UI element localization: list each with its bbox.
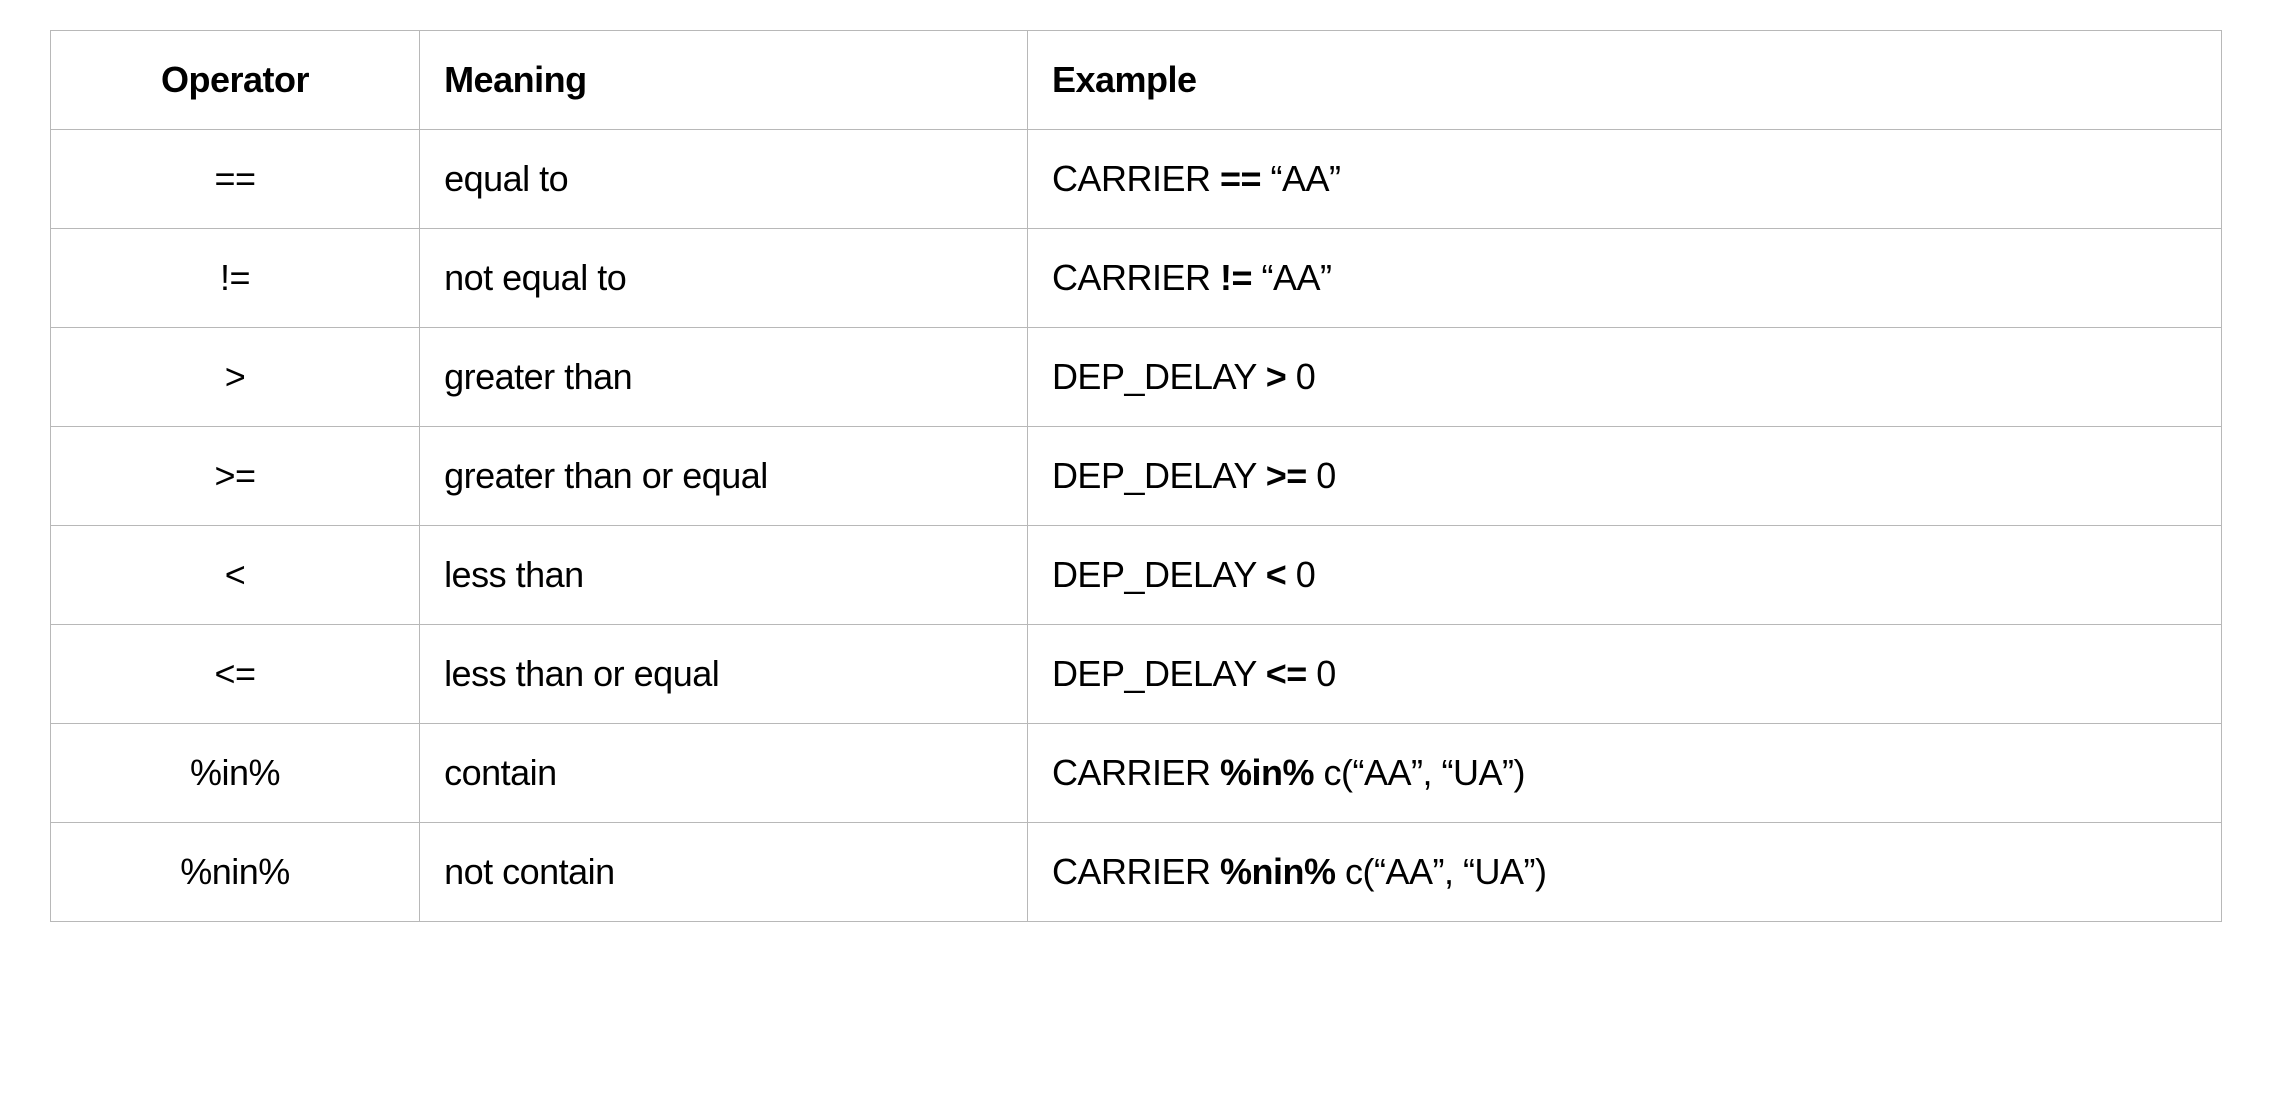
example-after: 0: [1286, 356, 1315, 397]
example-operator: %in%: [1220, 752, 1314, 793]
example-operator: ==: [1220, 158, 1261, 199]
cell-example: DEP_DELAY <= 0: [1027, 625, 2221, 724]
example-after: 0: [1286, 554, 1315, 595]
example-before: CARRIER: [1052, 851, 1220, 892]
table-row: == equal to CARRIER == “AA”: [51, 130, 2222, 229]
cell-example: DEP_DELAY < 0: [1027, 526, 2221, 625]
example-operator: >=: [1266, 455, 1307, 496]
cell-operator: <: [51, 526, 420, 625]
cell-meaning: not contain: [420, 823, 1028, 922]
table-header-row: Operator Meaning Example: [51, 31, 2222, 130]
example-before: DEP_DELAY: [1052, 356, 1266, 397]
cell-example: DEP_DELAY > 0: [1027, 328, 2221, 427]
example-after: c(“AA”, “UA”): [1335, 851, 1546, 892]
table-row: != not equal to CARRIER != “AA”: [51, 229, 2222, 328]
cell-meaning: greater than or equal: [420, 427, 1028, 526]
cell-meaning: less than: [420, 526, 1028, 625]
cell-example: CARRIER %nin% c(“AA”, “UA”): [1027, 823, 2221, 922]
example-operator: %nin%: [1220, 851, 1336, 892]
example-before: CARRIER: [1052, 752, 1220, 793]
cell-operator: ==: [51, 130, 420, 229]
example-operator: <: [1266, 554, 1287, 595]
cell-operator: %nin%: [51, 823, 420, 922]
example-operator: <=: [1266, 653, 1307, 694]
table-body: == equal to CARRIER == “AA” != not equal…: [51, 130, 2222, 922]
example-operator: >: [1266, 356, 1287, 397]
header-example: Example: [1027, 31, 2221, 130]
cell-example: CARRIER != “AA”: [1027, 229, 2221, 328]
cell-meaning: greater than: [420, 328, 1028, 427]
cell-example: DEP_DELAY >= 0: [1027, 427, 2221, 526]
cell-example: CARRIER %in% c(“AA”, “UA”): [1027, 724, 2221, 823]
example-after: 0: [1307, 455, 1336, 496]
cell-operator: >=: [51, 427, 420, 526]
example-before: DEP_DELAY: [1052, 653, 1266, 694]
example-before: DEP_DELAY: [1052, 455, 1266, 496]
cell-meaning: less than or equal: [420, 625, 1028, 724]
cell-meaning: equal to: [420, 130, 1028, 229]
example-after: 0: [1307, 653, 1336, 694]
cell-meaning: contain: [420, 724, 1028, 823]
cell-operator: !=: [51, 229, 420, 328]
cell-example: CARRIER == “AA”: [1027, 130, 2221, 229]
example-before: DEP_DELAY: [1052, 554, 1266, 595]
example-after: “AA”: [1261, 158, 1341, 199]
example-after: c(“AA”, “UA”): [1314, 752, 1525, 793]
table-row: < less than DEP_DELAY < 0: [51, 526, 2222, 625]
table-row: >= greater than or equal DEP_DELAY >= 0: [51, 427, 2222, 526]
example-operator: !=: [1220, 257, 1252, 298]
cell-operator: >: [51, 328, 420, 427]
header-operator: Operator: [51, 31, 420, 130]
header-meaning: Meaning: [420, 31, 1028, 130]
cell-operator: %in%: [51, 724, 420, 823]
example-before: CARRIER: [1052, 158, 1220, 199]
table-row: <= less than or equal DEP_DELAY <= 0: [51, 625, 2222, 724]
example-before: CARRIER: [1052, 257, 1220, 298]
cell-operator: <=: [51, 625, 420, 724]
table-row: > greater than DEP_DELAY > 0: [51, 328, 2222, 427]
example-after: “AA”: [1252, 257, 1332, 298]
table-row: %in% contain CARRIER %in% c(“AA”, “UA”): [51, 724, 2222, 823]
cell-meaning: not equal to: [420, 229, 1028, 328]
table-row: %nin% not contain CARRIER %nin% c(“AA”, …: [51, 823, 2222, 922]
operators-table: Operator Meaning Example == equal to CAR…: [50, 30, 2222, 922]
